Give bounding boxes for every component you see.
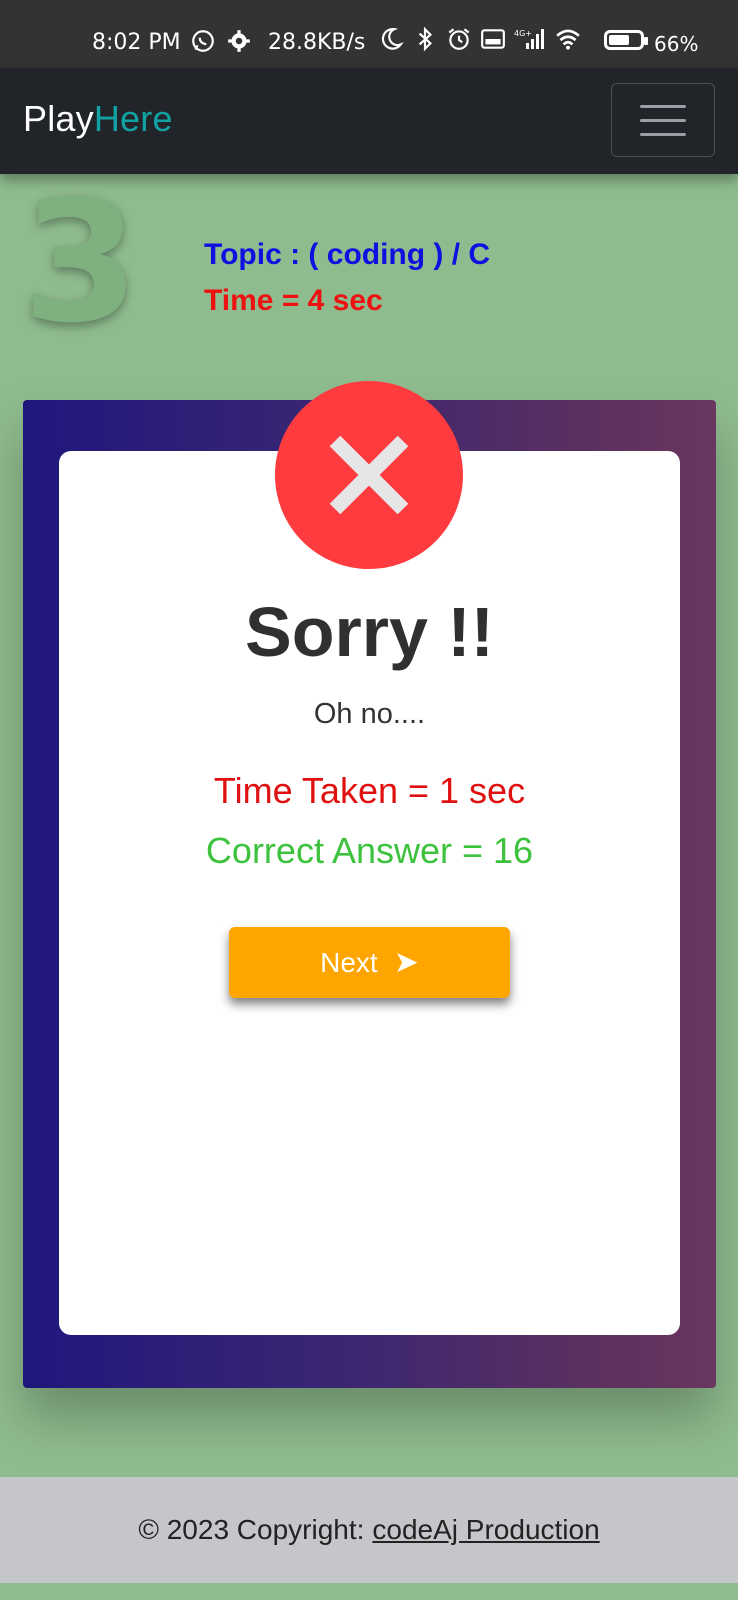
arrow-right-icon: ➤ xyxy=(393,945,419,979)
close-icon-glyph xyxy=(329,435,409,515)
brand-here: Here xyxy=(93,98,173,139)
status-notification-icons xyxy=(190,28,252,54)
wifi-icon xyxy=(556,29,580,50)
bluetooth-icon xyxy=(418,26,432,52)
result-subtitle: Oh no.... xyxy=(313,698,426,730)
network-type-label: 4G+ xyxy=(514,29,532,38)
menu-toggle-button[interactable] xyxy=(611,83,715,157)
question-number: 3 xyxy=(22,164,139,360)
status-time: 8:02 PM xyxy=(92,30,181,55)
hamburger-icon-line xyxy=(640,104,686,108)
status-system-icons: 4G+ xyxy=(378,26,584,52)
question-topic: Topic : ( coding ) / C xyxy=(204,238,491,271)
alarm-icon xyxy=(448,28,470,50)
battery-percent: 66% xyxy=(654,32,699,56)
footer: © 2023 Copyright: codeAj Production xyxy=(0,1477,738,1583)
result-card xyxy=(59,451,680,1335)
whatsapp-icon xyxy=(192,30,214,52)
footer-copyright: © 2023 Copyright: xyxy=(138,1514,365,1545)
time-taken: Time Taken = 1 sec xyxy=(213,770,526,811)
status-bar: 8:02 PM 28.8KB/s 4G+ 66% xyxy=(0,0,738,68)
status-speed: 28.8KB/s xyxy=(268,30,366,55)
hamburger-icon-line xyxy=(640,132,686,136)
brand-logo[interactable]: PlayHere xyxy=(23,98,173,140)
result-title: Sorry !! xyxy=(245,593,494,671)
brand-play: Play xyxy=(23,98,94,139)
footer-link[interactable]: codeAj Production xyxy=(372,1514,599,1546)
navbar: PlayHere xyxy=(0,68,738,174)
hamburger-icon-line xyxy=(640,118,686,122)
question-time-limit: Time = 4 sec xyxy=(204,284,383,317)
battery-icon xyxy=(604,30,648,50)
volte-icon xyxy=(481,29,505,49)
next-button[interactable]: Next ➤ xyxy=(229,927,510,998)
moon-icon xyxy=(381,28,404,50)
close-icon xyxy=(275,381,463,569)
settings-icon xyxy=(228,30,250,52)
correct-answer: Correct Answer = 16 xyxy=(205,830,534,871)
next-button-label: Next xyxy=(320,946,378,978)
signal-icon: 4G+ xyxy=(514,29,544,49)
